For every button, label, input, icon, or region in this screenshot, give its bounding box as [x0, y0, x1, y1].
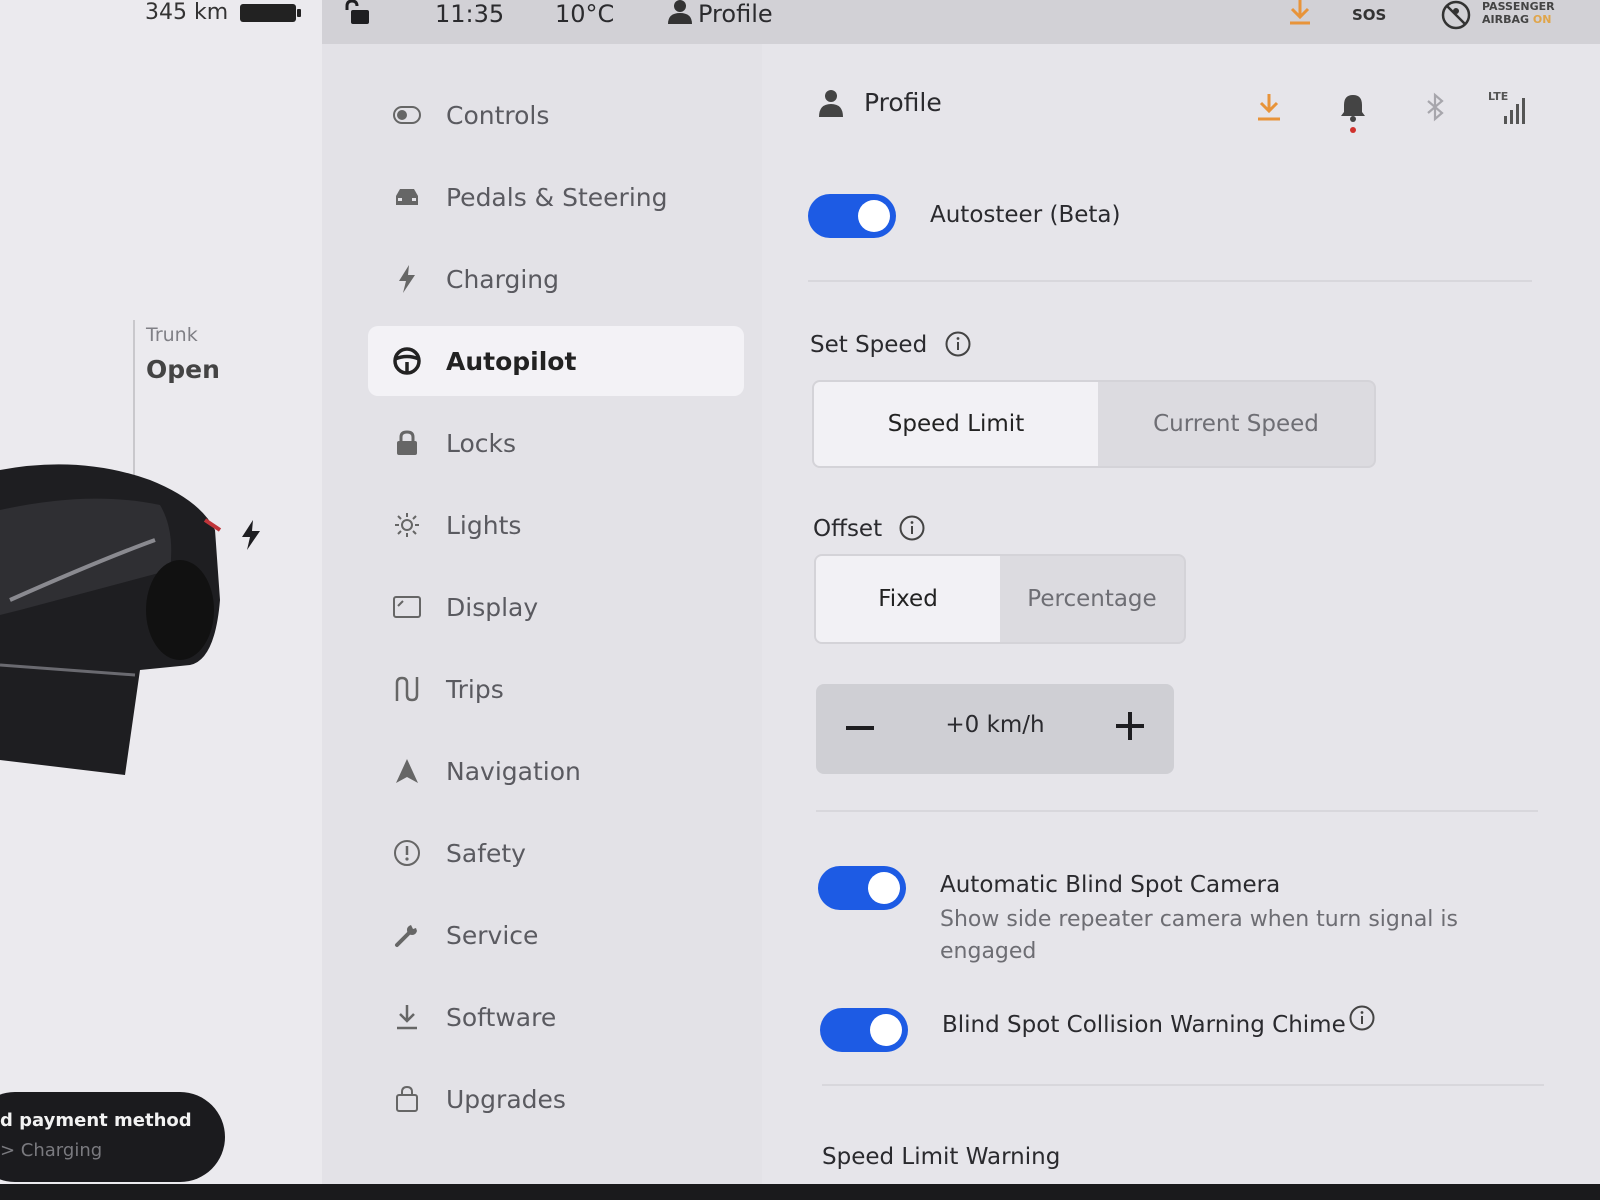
set-speed-label: Set Speed	[810, 332, 928, 358]
blind-spot-camera-description: Show side repeater camera when turn sign…	[940, 907, 1458, 964]
download-icon[interactable]	[1254, 92, 1284, 122]
menu-item-label: Pedals & Steering	[446, 182, 668, 212]
display-icon	[392, 592, 422, 622]
payment-subtitle: > Charging	[0, 1140, 103, 1161]
alert-icon	[392, 838, 422, 868]
car-image	[0, 464, 222, 775]
menu-item-label: Charging	[446, 264, 559, 294]
profile-name: Profile	[864, 88, 942, 117]
profile-link[interactable]: Profile	[698, 0, 773, 28]
menu-item-label: Software	[446, 1002, 557, 1032]
payment-title: d payment method	[0, 1110, 192, 1131]
trips-icon	[392, 674, 422, 704]
menu-item-navigation[interactable]: Navigation	[368, 736, 744, 806]
menu-item-software[interactable]: Software	[368, 982, 744, 1052]
trunk-status-button[interactable]: Open	[146, 355, 220, 384]
screen-bezel	[0, 1184, 1600, 1200]
percentage-option[interactable]: Percentage	[1000, 556, 1184, 642]
trunk-divider	[133, 320, 135, 475]
sun-icon	[392, 510, 422, 540]
shopping-bag-icon	[392, 1084, 422, 1114]
menu-item-label: Display	[446, 592, 539, 622]
bolt-icon	[392, 264, 422, 294]
info-icon[interactable]	[899, 515, 925, 541]
offset-selector: Fixed Percentage	[814, 554, 1186, 644]
range-readout: 345 km	[145, 0, 229, 25]
clock: 11:35	[435, 0, 505, 28]
menu-item-upgrades[interactable]: Upgrades	[368, 1064, 744, 1134]
blind-spot-chime-label: Blind Spot Collision Warning Chime	[942, 1012, 1346, 1038]
info-icon[interactable]	[945, 331, 971, 357]
menu-item-label: Locks	[446, 428, 517, 458]
fixed-option[interactable]: Fixed	[816, 556, 1000, 642]
menu-item-label: Lights	[446, 510, 522, 540]
divider	[808, 280, 1532, 282]
navigation-icon	[392, 756, 422, 786]
menu-item-display[interactable]: Display	[368, 572, 744, 642]
plus-icon[interactable]	[1108, 704, 1152, 748]
vehicle-panel: 345 km Trunk Open d payment method > Cha…	[0, 0, 322, 1200]
menu-item-safety[interactable]: Safety	[368, 818, 744, 888]
menu-item-label: Trips	[446, 674, 504, 704]
passenger-airbag-status: PASSENGER AIRBAG ON	[1482, 0, 1555, 26]
lock-icon	[392, 428, 422, 458]
menu-item-label: Safety	[446, 838, 526, 868]
battery-icon	[240, 4, 301, 22]
sos-button[interactable]: SOS	[1352, 6, 1386, 24]
menu-item-locks[interactable]: Locks	[368, 408, 744, 478]
menu-item-lights[interactable]: Lights	[368, 490, 744, 560]
speed-limit-warning-label: Speed Limit Warning	[822, 1144, 1061, 1170]
blind-spot-chime-toggle[interactable]	[820, 1008, 908, 1052]
airbag-icon	[1441, 0, 1471, 30]
menu-item-pedals-steering[interactable]: Pedals & Steering	[368, 162, 744, 232]
charging-bolt-icon	[242, 520, 260, 550]
offset-stepper: +0 km/h	[816, 684, 1174, 774]
menu-item-service[interactable]: Service	[368, 900, 744, 970]
bluetooth-icon[interactable]	[1420, 92, 1450, 122]
blind-spot-camera-label: Automatic Blind Spot Camera	[940, 872, 1281, 898]
toggle-icon	[392, 100, 422, 130]
autosteer-toggle[interactable]	[808, 194, 896, 238]
bell-icon[interactable]	[1338, 92, 1368, 134]
divider	[822, 1084, 1544, 1086]
vehicle-status: 345 km	[0, 0, 322, 40]
speed-limit-option[interactable]: Speed Limit	[814, 382, 1098, 466]
steering-wheel-icon	[392, 346, 422, 376]
menu-item-controls[interactable]: Controls	[368, 80, 744, 150]
info-icon[interactable]	[1349, 1005, 1375, 1031]
person-icon[interactable]	[668, 0, 692, 24]
outside-temperature: 10°C	[555, 0, 615, 28]
menu-item-label: Navigation	[446, 756, 581, 786]
download-icon	[392, 1002, 422, 1032]
payment-notification[interactable]	[0, 1092, 225, 1182]
top-status-bar: 11:35 10°C Profile	[322, 0, 1600, 44]
menu-item-label: Upgrades	[446, 1084, 566, 1114]
offset-label: Offset	[813, 516, 883, 542]
menu-item-charging[interactable]: Charging	[368, 244, 744, 314]
profile-header[interactable]: Profile	[818, 88, 942, 117]
trunk-label: Trunk	[146, 324, 198, 346]
menu-item-label: Controls	[446, 100, 550, 130]
blind-spot-camera-toggle[interactable]	[818, 866, 906, 910]
unlock-icon[interactable]	[345, 0, 373, 26]
download-status-icon[interactable]	[1288, 0, 1312, 26]
divider	[816, 810, 1538, 812]
menu-item-trips[interactable]: Trips	[368, 654, 744, 724]
autosteer-label: Autosteer (Beta)	[930, 202, 1121, 228]
car-icon	[392, 182, 422, 212]
person-icon	[819, 89, 843, 117]
menu-item-autopilot[interactable]: Autopilot	[368, 326, 744, 396]
menu-item-label: Autopilot	[446, 346, 577, 376]
menu-item-label: Service	[446, 920, 539, 950]
current-speed-option[interactable]: Current Speed	[1098, 382, 1374, 466]
set-speed-selector: Speed Limit Current Speed	[812, 380, 1376, 468]
lte-label: LTE	[1488, 90, 1509, 103]
wrench-icon	[392, 920, 422, 950]
